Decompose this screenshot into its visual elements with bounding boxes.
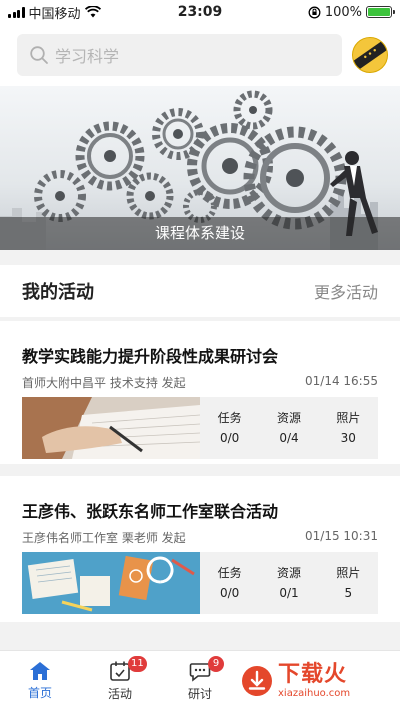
stat-value: 30 [340, 431, 356, 445]
download-fire-icon [242, 666, 272, 696]
status-left: 中国移动 [8, 3, 101, 22]
stat-label: 任务 [217, 566, 242, 580]
tab-home[interactable]: 首页 [0, 651, 80, 710]
activity-stats: 任务 0/0 资源 0/1 照片 5 [200, 552, 378, 614]
stat-tasks: 任务 0/0 [218, 563, 242, 603]
stat-label: 资源 [276, 566, 301, 580]
tab-label: 首页 [27, 685, 52, 700]
tab-activities[interactable]: 活动 11 [80, 651, 160, 710]
activity-title: 教学实践能力提升阶段性成果研讨会 [22, 347, 279, 366]
home-icon [30, 661, 50, 680]
writing-hand-image [22, 397, 200, 459]
tab-label: 研讨 [187, 686, 212, 701]
orientation-lock-icon [308, 6, 321, 18]
activity-body: 任务 0/0 资源 0/1 照片 5 [22, 552, 378, 614]
stat-label: 资源 [276, 411, 301, 425]
banner-caption: 课程体系建设 [0, 217, 400, 250]
battery-label: 100% [324, 4, 362, 20]
watermark-logo: 下载火 xiazaihuo.com [240, 651, 400, 710]
stat-value: 0/0 [220, 586, 240, 600]
stat-tasks: 任务 0/0 [218, 408, 242, 448]
bottom-tab-bar: 首页 活动 11 研讨 9 下载火 xiazaihuo.com [0, 650, 400, 710]
activity-organizer: 王彦伟名师工作室 栗老师 发起 [22, 531, 186, 545]
carrier-label: 中国移动 [28, 6, 81, 22]
activity-meta: 王彦伟名师工作室 栗老师 发起 01/15 10:31 [22, 529, 378, 546]
activity-thumbnail [22, 397, 200, 459]
tab-discussion[interactable]: 研讨 9 [160, 651, 240, 710]
search-bar[interactable]: 学习科学 [17, 34, 342, 76]
stat-photos: 照片 5 [336, 563, 360, 603]
activity-thumbnail [22, 552, 200, 614]
activity-datetime: 01/14 16:55 [305, 374, 378, 388]
activity-body: 任务 0/0 资源 0/4 照片 30 [22, 397, 378, 459]
banner[interactable]: 课程体系建设 [0, 86, 400, 250]
activity-title: 王彦伟、张跃东名师工作室联合活动 [22, 502, 279, 521]
battery-icon [366, 6, 395, 18]
my-activities-header: 我的活动 更多活动 [0, 265, 400, 317]
search-placeholder: 学习科学 [55, 47, 120, 66]
stat-value: 0/4 [279, 431, 299, 445]
tab-label: 活动 [107, 686, 132, 701]
watermark-en: xiazaihuo.com [278, 687, 351, 699]
stat-value: 0/0 [220, 431, 240, 445]
avatar-image [353, 39, 387, 72]
stat-value: 5 [344, 586, 353, 600]
watermark-cn: 下载火 [278, 661, 348, 687]
more-activities-link[interactable]: 更多活动 [314, 279, 378, 303]
activity-meta: 首师大附中昌平 技术支持 发起 01/14 16:55 [22, 374, 378, 391]
top-header: 学习科学 [0, 24, 400, 86]
signal-icon [8, 6, 25, 18]
desk-illustration-image [22, 552, 200, 614]
activity-stats: 任务 0/0 资源 0/4 照片 30 [200, 397, 378, 459]
stat-value: 0/1 [279, 586, 299, 600]
activity-card[interactable]: 教学实践能力提升阶段性成果研讨会 首师大附中昌平 技术支持 发起 01/14 1… [0, 321, 400, 464]
notification-badge: 9 [208, 656, 224, 672]
status-right: 100% [308, 4, 395, 20]
section-title: 我的活动 [22, 282, 94, 303]
notification-badge: 11 [128, 656, 147, 672]
status-bar: 中国移动 23:09 100% [0, 0, 400, 24]
stat-label: 任务 [217, 411, 242, 425]
stat-resources: 资源 0/1 [277, 563, 301, 603]
activity-organizer: 首师大附中昌平 技术支持 发起 [22, 376, 186, 390]
search-icon [30, 46, 48, 64]
watermark-text: 下载火 xiazaihuo.com [278, 661, 351, 699]
stat-resources: 资源 0/4 [277, 408, 301, 448]
activity-card[interactable]: 王彦伟、张跃东名师工作室联合活动 王彦伟名师工作室 栗老师 发起 01/15 1… [0, 476, 400, 622]
stat-photos: 照片 30 [336, 408, 360, 448]
activity-datetime: 01/15 10:31 [305, 529, 378, 543]
avatar[interactable] [352, 37, 388, 73]
stat-label: 照片 [336, 566, 361, 580]
wifi-icon [84, 6, 101, 18]
stat-label: 照片 [336, 411, 361, 425]
